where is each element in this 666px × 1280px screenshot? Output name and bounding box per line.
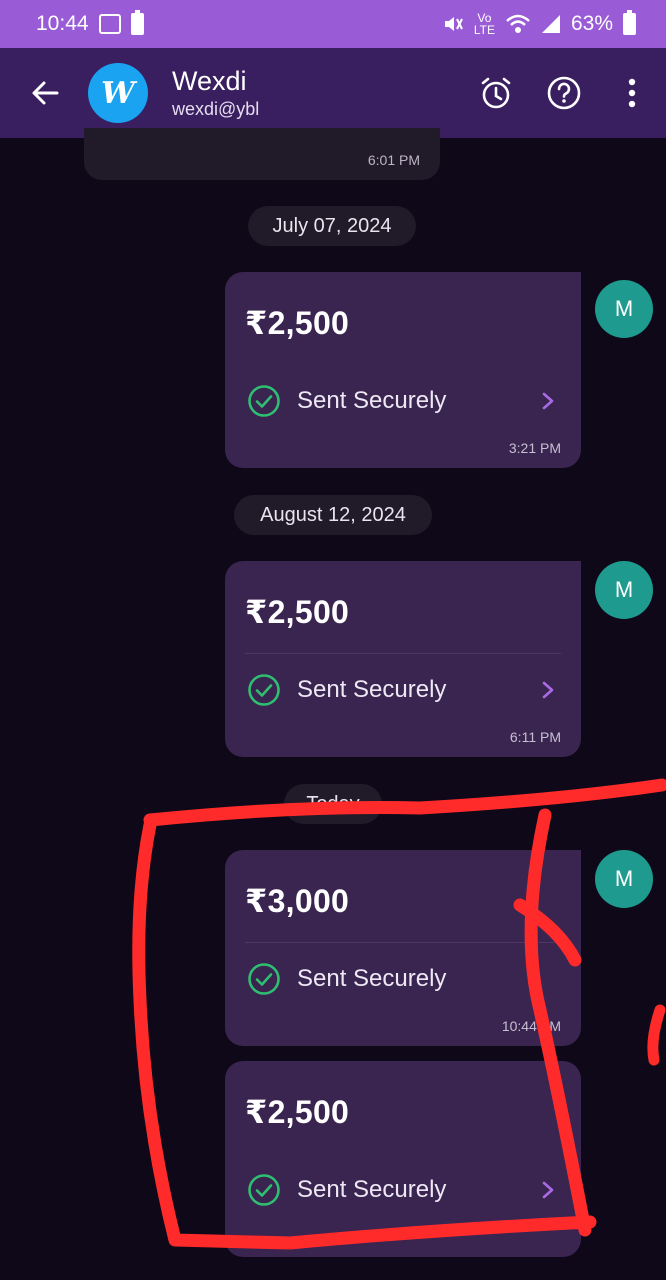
payment-amount: ₹3,000: [245, 883, 350, 919]
payment-amount: ₹2,500: [245, 594, 350, 630]
gallery-notification-icon: [98, 14, 121, 34]
sender-avatar: M: [595, 561, 653, 619]
payment-status: Sent Securely: [247, 384, 446, 418]
payment-bubble[interactable]: ₹2,500 Sent Securely: [225, 1061, 581, 1257]
status-time: 10:44: [36, 12, 89, 35]
alarm-clock-icon: [481, 77, 511, 109]
payment-time: 10:44 AM: [501, 1018, 561, 1034]
reminder-button[interactable]: [462, 48, 530, 138]
chevron-right-icon[interactable]: [537, 678, 559, 702]
wifi-icon: [506, 14, 530, 33]
help-button[interactable]: [530, 48, 598, 138]
check-circle-icon: [248, 1174, 280, 1206]
payment-time: 3:21 PM: [508, 440, 561, 456]
more-options-button[interactable]: [598, 48, 666, 138]
payment-status-text: Sent Securely: [297, 1176, 447, 1203]
message-time: 6:01 PM: [367, 152, 420, 168]
more-vert-icon: [628, 78, 636, 108]
payment-amount: ₹2,500: [245, 305, 350, 341]
payment-amount: ₹2,500: [245, 1094, 350, 1130]
arrow-left-icon: [32, 81, 59, 105]
chevron-right-icon[interactable]: [537, 1178, 559, 1202]
bubble-divider: [245, 942, 561, 943]
date-separator: July 07, 2024: [248, 206, 416, 246]
chat-thread[interactable]: 6:01 PM July 07, 2024 M ₹2,500 Sent Secu…: [0, 128, 666, 1280]
signal-icon: [541, 15, 560, 33]
help-icon: [547, 76, 581, 110]
contact-info[interactable]: Wexdi wexdi@ybl: [172, 65, 259, 121]
battery-icon: [623, 10, 636, 35]
payment-status-text: Sent Securely: [297, 965, 447, 992]
payment-status: Sent Securely: [247, 962, 446, 996]
chevron-right-icon[interactable]: [537, 389, 559, 413]
back-button[interactable]: [0, 48, 90, 138]
mute-icon: [444, 17, 463, 31]
contact-name: Wexdi: [172, 66, 247, 96]
battery-saver-icon: [130, 10, 144, 35]
chat-header: W Wexdi wexdi@ybl: [0, 48, 666, 138]
check-circle-icon: [248, 674, 280, 706]
payment-status-text: Sent Securely: [297, 676, 447, 703]
volte-icon: Vo LTE: [473, 11, 495, 37]
payment-status: Sent Securely: [247, 673, 446, 707]
date-separator: Today: [284, 784, 382, 824]
previous-message-bubble[interactable]: 6:01 PM: [84, 128, 440, 180]
payment-bubble[interactable]: ₹2,500 Sent Securely 3:21 PM: [225, 272, 581, 468]
payment-bubble[interactable]: ₹3,000 Sent Securely 10:44 AM: [225, 850, 581, 1046]
payment-bubble[interactable]: ₹2,500 Sent Securely 6:11 PM: [225, 561, 581, 757]
status-bar: 10:44 Vo LTE 63%: [0, 0, 666, 48]
sender-avatar: M: [595, 850, 653, 908]
payment-status-text: Sent Securely: [297, 387, 447, 414]
contact-upi: wexdi@ybl: [172, 99, 260, 119]
contact-logo-text: W: [101, 75, 135, 111]
sender-avatar: M: [595, 280, 653, 338]
contact-avatar[interactable]: W: [88, 63, 148, 123]
payment-status: Sent Securely: [247, 1173, 446, 1207]
check-circle-icon: [248, 963, 280, 995]
check-circle-icon: [248, 385, 280, 417]
battery-percent: 63%: [570, 12, 613, 35]
date-separator: August 12, 2024: [234, 495, 432, 535]
payment-time: 6:11 PM: [509, 729, 561, 745]
bubble-divider: [245, 653, 561, 654]
